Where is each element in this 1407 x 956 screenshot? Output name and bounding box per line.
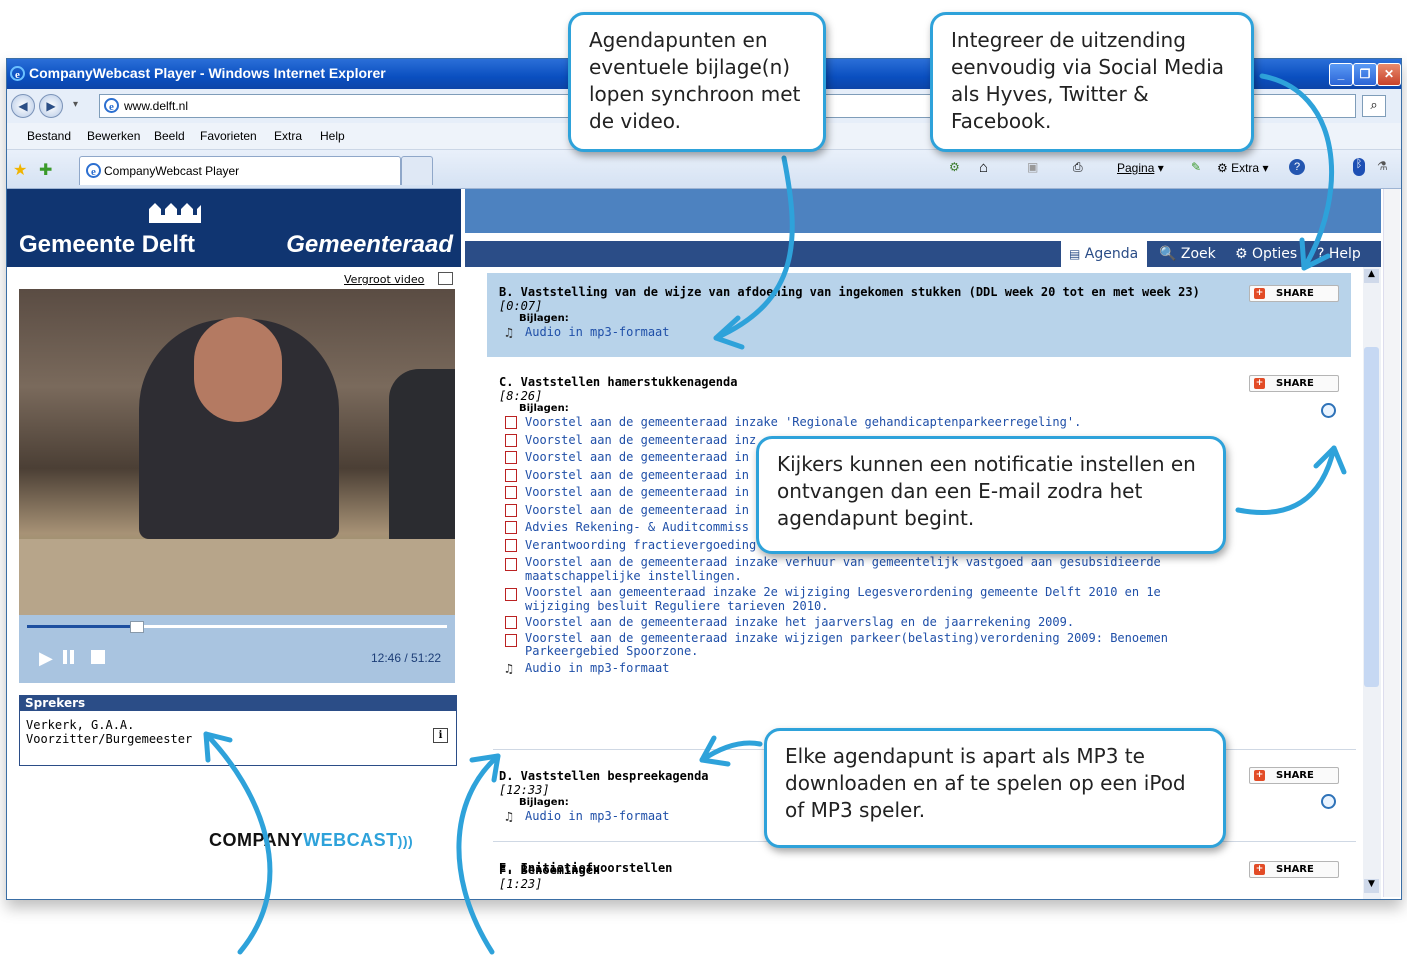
arrow-notificatie (1235, 445, 1337, 515)
arrow-sprekers (203, 731, 273, 955)
arrow-social (1259, 73, 1335, 271)
callout-mp3: Elke agendapunt is apart als MP3 te down… (764, 728, 1226, 848)
arrow-agendapunten (713, 155, 795, 341)
callout-social: Integreer de uitzending eenvoudig via So… (930, 12, 1254, 152)
arrow-audio (456, 753, 501, 955)
callout-notificatie: Kijkers kunnen een notificatie instellen… (756, 436, 1226, 554)
callout-agendapunten: Agendapunten en eventuele bijlage(n) lop… (568, 12, 826, 152)
